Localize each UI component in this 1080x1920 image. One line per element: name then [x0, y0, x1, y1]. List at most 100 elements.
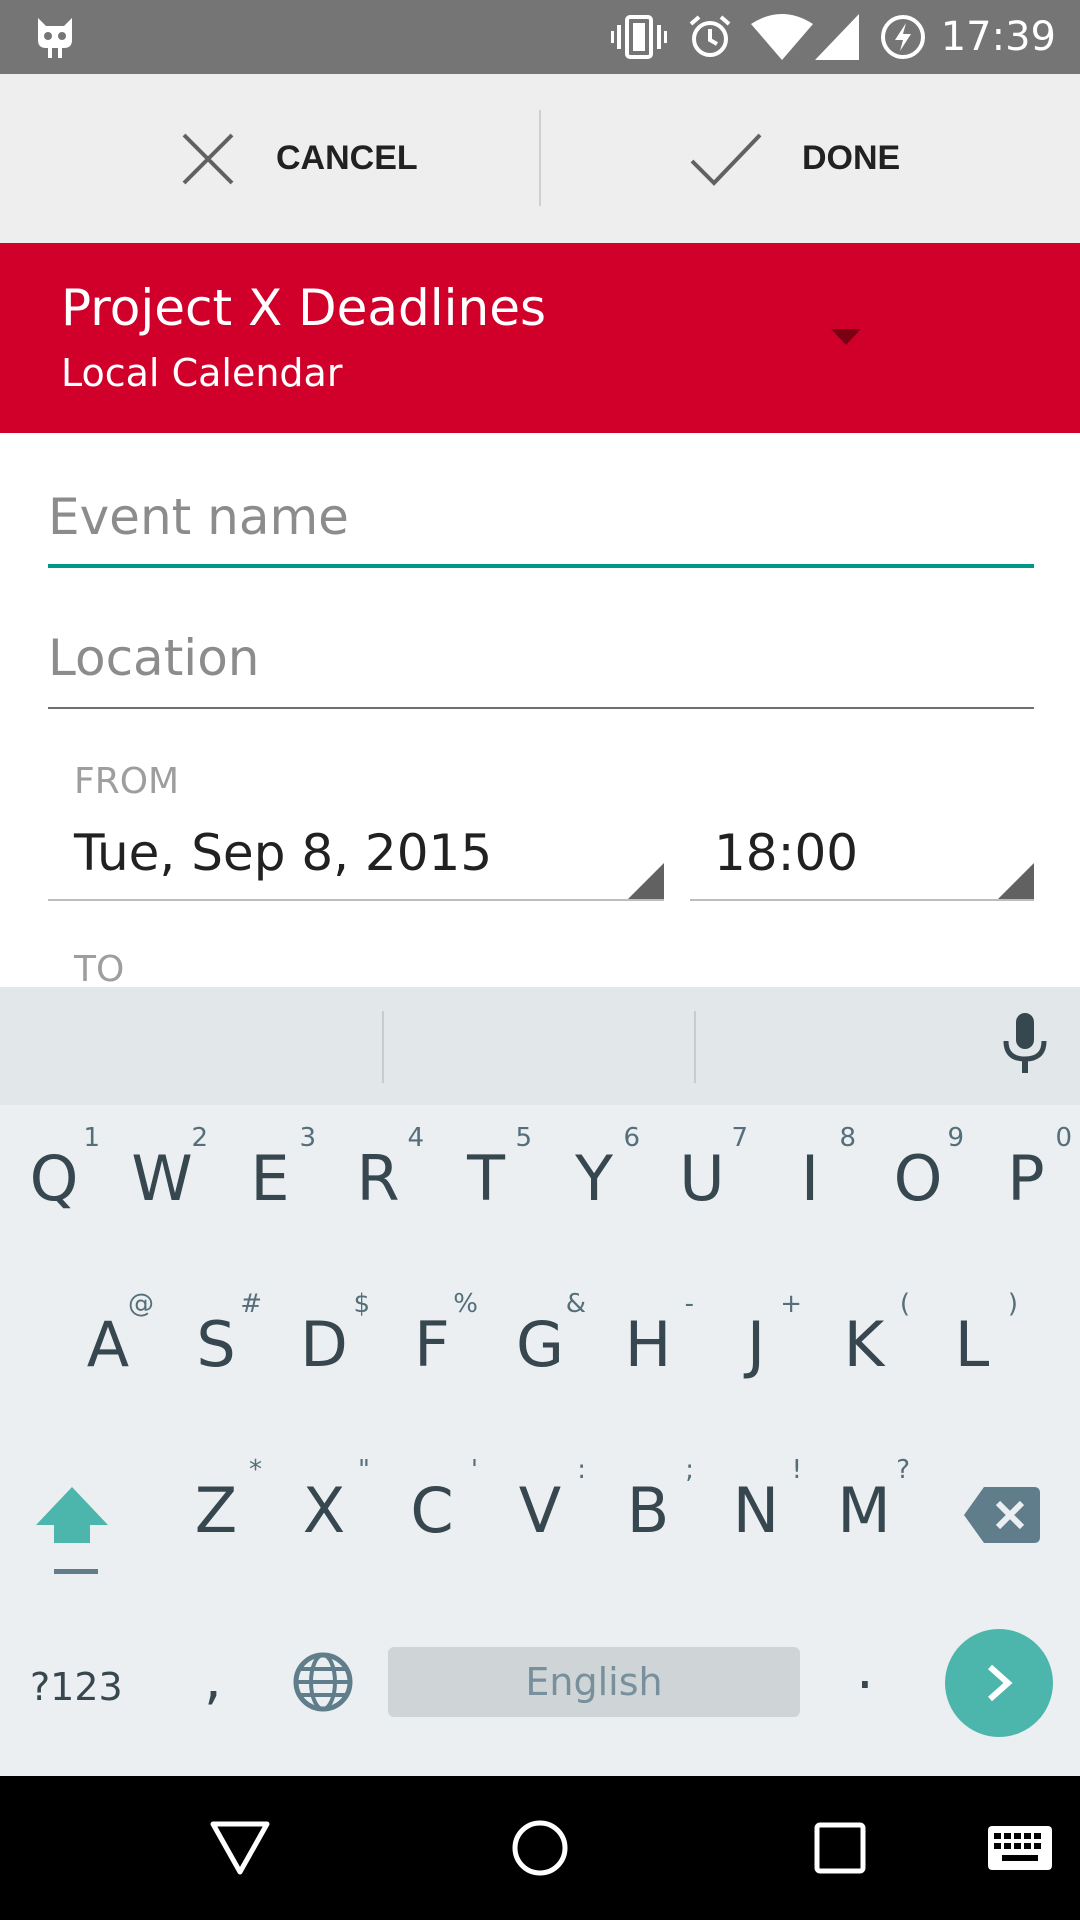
key-h[interactable]: H- [598, 1285, 698, 1405]
calendar-account: Local Calendar [61, 351, 343, 395]
key-label: A [86, 1308, 130, 1381]
suggestion-divider [382, 1011, 384, 1083]
key-x[interactable]: X " [274, 1451, 374, 1571]
key-f[interactable]: F% [382, 1285, 482, 1405]
home-icon[interactable] [500, 1776, 580, 1920]
key-s[interactable]: S # [166, 1285, 266, 1405]
delete-key[interactable] [964, 1487, 1040, 1548]
symbols-key[interactable]: ?123 [30, 1665, 123, 1709]
from-time-picker[interactable]: 18:00 [690, 813, 1034, 901]
shift-key[interactable] [32, 1485, 122, 1585]
shift-icon [36, 1487, 108, 1574]
key-w[interactable]: W2 [112, 1119, 212, 1239]
key-d[interactable]: D $ [274, 1285, 374, 1405]
key-a[interactable]: A @ [58, 1285, 158, 1405]
space-key[interactable]: English [388, 1647, 800, 1717]
key-y[interactable]: Y6 [544, 1119, 644, 1239]
event-name-field [48, 488, 1034, 568]
dropdown-arrow-icon[interactable] [831, 329, 861, 345]
alarm-icon [686, 0, 734, 74]
comma-key[interactable]: , [204, 1647, 222, 1712]
key-l[interactable]: L) [922, 1285, 1022, 1405]
suggestion-strip [0, 987, 1080, 1105]
key-k[interactable]: K( [814, 1285, 914, 1405]
key-hint: 0 [1055, 1123, 1072, 1153]
key-label: X [302, 1474, 346, 1547]
recents-icon[interactable] [800, 1776, 880, 1920]
key-i[interactable]: I8 [760, 1119, 860, 1239]
close-icon [182, 133, 234, 184]
key-hint: - [684, 1289, 694, 1319]
done-button[interactable]: DONE [690, 74, 900, 243]
check-icon [690, 133, 762, 186]
key-hint: ! [791, 1455, 802, 1485]
key-e[interactable]: E3 [220, 1119, 320, 1239]
from-date-value: Tue, Sep 8, 2015 [74, 824, 493, 882]
key-label: W [131, 1142, 193, 1215]
from-date-picker[interactable]: Tue, Sep 8, 2015 [48, 813, 664, 901]
event-form: FROM Tue, Sep 8, 2015 18:00 TO [2, 433, 1078, 985]
key-hint: 1 [83, 1123, 100, 1153]
key-u[interactable]: U7 [652, 1119, 752, 1239]
key-r[interactable]: R4 [328, 1119, 428, 1239]
key-j[interactable]: J + [706, 1285, 806, 1405]
key-hint: % [453, 1289, 478, 1319]
key-g[interactable]: G & [490, 1285, 590, 1405]
globe-icon[interactable] [292, 1651, 354, 1718]
signal-icon [814, 0, 860, 74]
key-o[interactable]: O9 [868, 1119, 968, 1239]
key-label: G [515, 1308, 565, 1381]
key-hint: 8 [839, 1123, 856, 1153]
key-hint: ; [685, 1455, 694, 1485]
key-label: U [679, 1142, 725, 1215]
suggestion-divider [694, 1011, 696, 1083]
key-n[interactable]: N! [706, 1451, 806, 1571]
key-t[interactable]: T5 [436, 1119, 536, 1239]
cancel-button[interactable]: CANCEL [180, 74, 418, 243]
key-v[interactable]: V: [490, 1451, 590, 1571]
key-label: J [746, 1308, 766, 1381]
microphone-icon[interactable] [1000, 1013, 1050, 1080]
key-label: I [800, 1142, 820, 1215]
key-label: O [893, 1142, 943, 1215]
key-hint: * [249, 1455, 262, 1485]
from-label: FROM [74, 761, 180, 802]
calendar-selector[interactable]: Project X Deadlines Local Calendar [0, 243, 1080, 433]
key-hint: 2 [191, 1123, 208, 1153]
key-hint: 3 [299, 1123, 316, 1153]
event-name-input[interactable] [48, 488, 1034, 546]
key-hint: 4 [407, 1123, 424, 1153]
cyanogen-icon [30, 0, 80, 74]
vibrate-icon [610, 0, 668, 74]
location-field [48, 629, 1034, 709]
location-input[interactable] [48, 629, 1034, 687]
wifi-icon [750, 0, 814, 74]
back-icon[interactable] [200, 1776, 280, 1920]
key-label: T [467, 1142, 505, 1215]
key-c[interactable]: C ' [382, 1451, 482, 1571]
key-label: Q [29, 1142, 79, 1215]
key-label: P [1007, 1142, 1045, 1215]
key-label: Y [575, 1142, 613, 1215]
key-b[interactable]: B; [598, 1451, 698, 1571]
key-p[interactable]: P0 [976, 1119, 1076, 1239]
key-z[interactable]: Z * [166, 1451, 266, 1571]
enter-key[interactable] [945, 1629, 1053, 1737]
key-hint: ( [899, 1289, 910, 1319]
chevron-right-icon [988, 1664, 1013, 1702]
key-label: H [624, 1308, 672, 1381]
keyboard-icon[interactable] [980, 1776, 1060, 1920]
key-hint: " [358, 1455, 370, 1485]
key-label: S [196, 1308, 236, 1381]
to-label: TO [74, 949, 125, 985]
key-hint: 9 [947, 1123, 964, 1153]
key-hint: + [780, 1289, 802, 1319]
period-key[interactable]: . [856, 1637, 874, 1702]
key-hint: & [565, 1289, 586, 1319]
key-q[interactable]: Q1 [4, 1119, 104, 1239]
calendar-name: Project X Deadlines [61, 279, 547, 337]
key-hint: ' [470, 1455, 478, 1485]
key-hint: # [240, 1289, 262, 1319]
key-m[interactable]: M? [814, 1451, 914, 1571]
key-hint: 7 [731, 1123, 748, 1153]
